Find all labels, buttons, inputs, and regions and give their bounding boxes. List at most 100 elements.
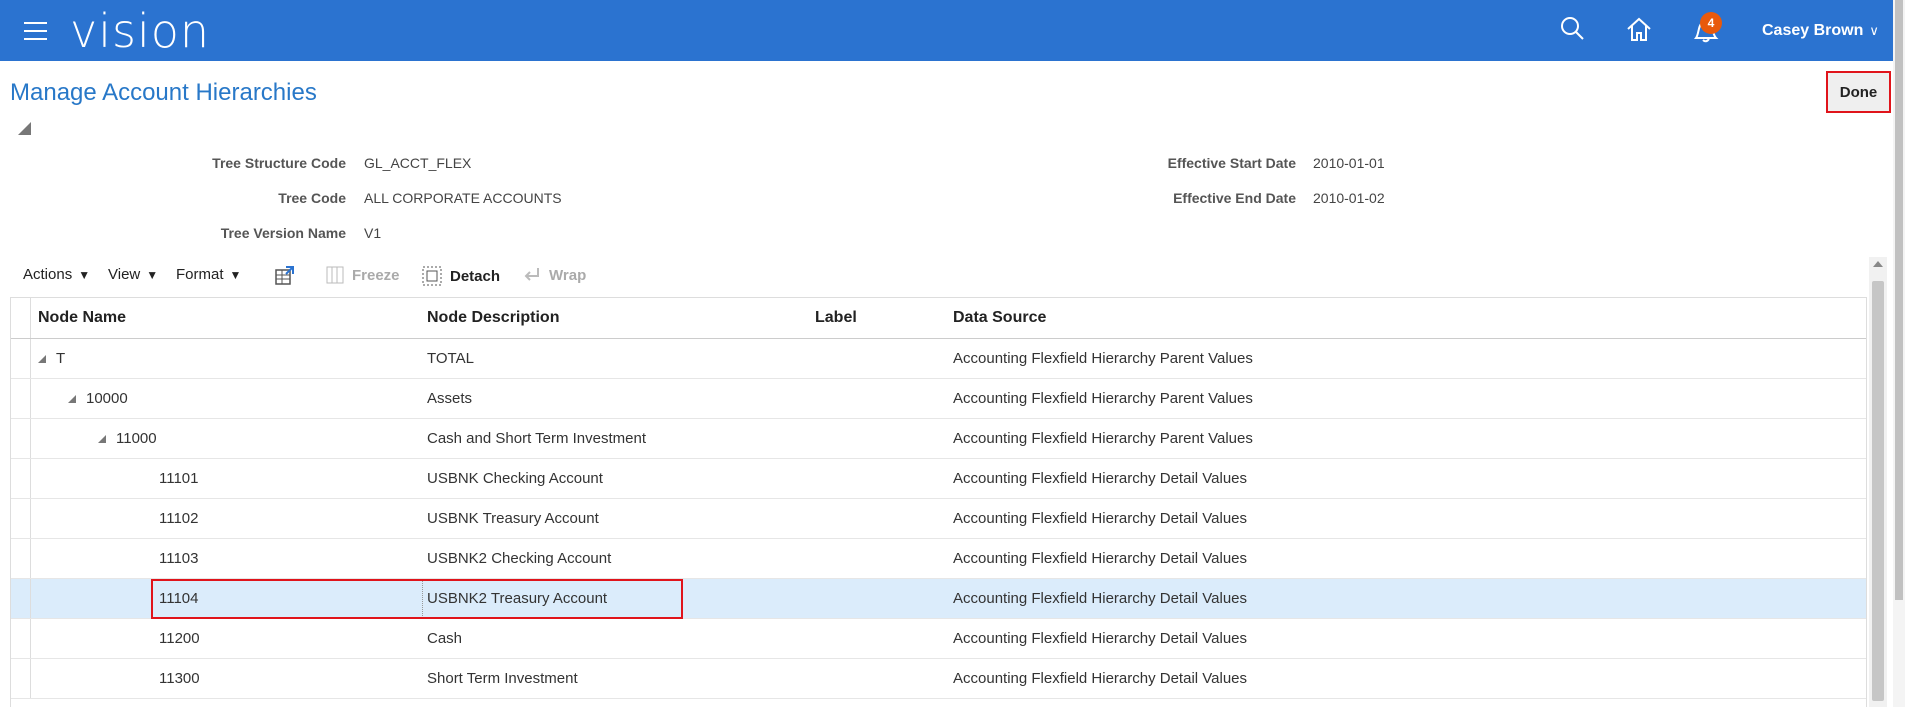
- row-selector[interactable]: [11, 379, 31, 418]
- effective-start-date-value: 2010-01-01: [1313, 155, 1385, 171]
- node-name: 11103: [159, 550, 199, 567]
- app-logo[interactable]: vision: [70, 4, 210, 58]
- column-header-data-source[interactable]: Data Source: [953, 298, 1046, 338]
- dropdown-arrow-icon: ▼: [78, 267, 91, 282]
- search-icon[interactable]: [1558, 14, 1588, 44]
- data-source-cell: Accounting Flexfield Hierarchy Detail Va…: [953, 670, 1248, 687]
- node-name: 11101: [159, 470, 199, 487]
- row-selector[interactable]: [11, 579, 31, 618]
- column-header-node-name[interactable]: Node Name: [38, 298, 126, 338]
- collapse-node-icon[interactable]: [68, 394, 76, 403]
- detach-button[interactable]: Detach: [422, 266, 500, 286]
- node-description-cell: Cash: [427, 630, 463, 647]
- row-selector[interactable]: [11, 499, 31, 538]
- notification-count-badge: 4: [1700, 12, 1722, 34]
- highlight-box: [151, 579, 683, 619]
- node-description-cell: Assets: [427, 390, 473, 407]
- scroll-up-icon[interactable]: [1873, 261, 1883, 267]
- format-menu[interactable]: Format ▼: [176, 266, 241, 283]
- window-scrollbar[interactable]: [1893, 0, 1905, 707]
- table-row[interactable]: 11300 Short Term Investment Accounting Fle…: [11, 659, 1866, 699]
- data-source-cell: Accounting Flexfield Hierarchy Detail Va…: [953, 510, 1248, 527]
- collapse-node-icon[interactable]: [38, 354, 46, 363]
- tree-version-name-value: V1: [364, 225, 382, 241]
- node-description-cell: USBNK2 Checking Account: [427, 550, 612, 567]
- node-name: T: [56, 350, 66, 367]
- freeze-button[interactable]: Freeze: [326, 266, 400, 284]
- node-name-cell: 11300: [159, 659, 200, 698]
- table-row[interactable]: 11200 Cash Accounting Flexfield Hierarchy …: [11, 619, 1866, 659]
- row-selector[interactable]: [11, 419, 31, 458]
- table-row[interactable]: 11104 USBNK2 Treasury Account Accounting F…: [11, 579, 1866, 619]
- freeze-icon: [326, 266, 344, 284]
- node-name-cell: 10000: [68, 379, 128, 418]
- row-selector[interactable]: [11, 619, 31, 658]
- done-button-label: Done: [1839, 83, 1878, 101]
- node-name: 11300: [159, 670, 200, 687]
- page-title: Manage Account Hierarchies: [10, 79, 317, 106]
- node-description-cell: Cash and Short Term Investment: [427, 430, 646, 447]
- node-name-cell: 11102: [159, 499, 199, 538]
- node-name: 11102: [159, 510, 199, 527]
- table-row[interactable]: 11103 USBNK2 Checking Account Accounting F…: [11, 539, 1866, 579]
- user-name: Casey Brown: [1762, 22, 1864, 39]
- detach-icon: [422, 266, 442, 286]
- row-selector[interactable]: [11, 539, 31, 578]
- actions-menu[interactable]: Actions ▼: [23, 266, 90, 283]
- node-name-cell: 11000: [98, 419, 157, 458]
- node-name-cell: 11101: [159, 459, 199, 498]
- column-header-label[interactable]: Label: [815, 298, 857, 338]
- node-name-cell: 11200: [159, 619, 200, 658]
- row-selector[interactable]: [11, 459, 31, 498]
- table-row[interactable]: 10000 Assets Accounting Flexfield Hierarch…: [11, 379, 1866, 419]
- effective-end-date-label: Effective End Date: [1173, 190, 1296, 206]
- node-description-cell: Short Term Investment: [427, 670, 578, 687]
- table-row[interactable]: 11101 USBNK Checking Account Accounting Fl…: [11, 459, 1866, 499]
- detach-label: Detach: [450, 267, 501, 285]
- top-bar: vision 4 Casey Brown ∨: [0, 0, 1905, 61]
- freeze-label: Freeze: [352, 266, 400, 284]
- table-header-row: Node Name Node Description Label Data So…: [11, 298, 1866, 339]
- scroll-thumb[interactable]: [1872, 281, 1884, 701]
- effective-end-date-value: 2010-01-02: [1313, 190, 1385, 206]
- tree-version-name-label: Tree Version Name: [220, 225, 346, 241]
- data-source-cell: Accounting Flexfield Hierarchy Detail Va…: [953, 470, 1248, 487]
- effective-start-date-label: Effective Start Date: [1167, 155, 1296, 171]
- wrap-icon: [524, 268, 539, 281]
- column-header-node-description[interactable]: Node Description: [427, 298, 559, 338]
- row-selector[interactable]: [11, 339, 31, 378]
- actions-label: Actions: [23, 266, 73, 283]
- row-selector-header: [11, 298, 31, 338]
- dropdown-arrow-icon: ▼: [146, 267, 159, 282]
- tree-code-label: Tree Code: [278, 190, 346, 206]
- row-selector[interactable]: [11, 659, 31, 698]
- table-row[interactable]: 11102 USBNK Treasury Account Accounting Fl…: [11, 499, 1866, 539]
- node-description-cell: USBNK Checking Account: [427, 470, 603, 487]
- data-source-cell: Accounting Flexfield Hierarchy Parent Va…: [953, 390, 1253, 407]
- user-menu[interactable]: Casey Brown ∨: [1762, 22, 1879, 40]
- node-name-cell: T: [38, 339, 65, 378]
- node-description-cell: USBNK Treasury Account: [427, 510, 599, 527]
- export-to-excel-icon[interactable]: [274, 266, 294, 286]
- collapse-node-icon[interactable]: [98, 434, 106, 443]
- tree-structure-code-label: Tree Structure Code: [212, 155, 346, 171]
- wrap-button[interactable]: Wrap: [523, 266, 586, 284]
- wrap-label: Wrap: [549, 266, 587, 284]
- node-name-cell: 11103: [159, 539, 199, 578]
- home-icon[interactable]: [1624, 14, 1654, 44]
- table-row[interactable]: 11000 Cash and Short Term Investment Accou…: [11, 419, 1866, 459]
- table-vertical-scrollbar[interactable]: [1869, 257, 1887, 707]
- node-name: 11200: [159, 630, 200, 647]
- data-source-cell: Accounting Flexfield Hierarchy Detail Va…: [953, 550, 1248, 567]
- table-row[interactable]: T TOTAL Accounting Flexfield Hierarchy Par…: [11, 339, 1866, 379]
- window-scroll-thumb[interactable]: [1895, 0, 1903, 600]
- node-name: 11000: [116, 430, 157, 447]
- collapse-icon[interactable]: [18, 122, 31, 135]
- view-menu[interactable]: View ▼: [108, 266, 158, 283]
- hierarchy-table: Node Name Node Description Label Data So…: [10, 297, 1867, 707]
- node-description-cell: TOTAL: [427, 350, 474, 367]
- menu-icon[interactable]: [24, 22, 47, 40]
- done-button[interactable]: Done: [1826, 71, 1891, 113]
- node-name: 10000: [86, 390, 128, 407]
- format-label: Format: [176, 266, 224, 283]
